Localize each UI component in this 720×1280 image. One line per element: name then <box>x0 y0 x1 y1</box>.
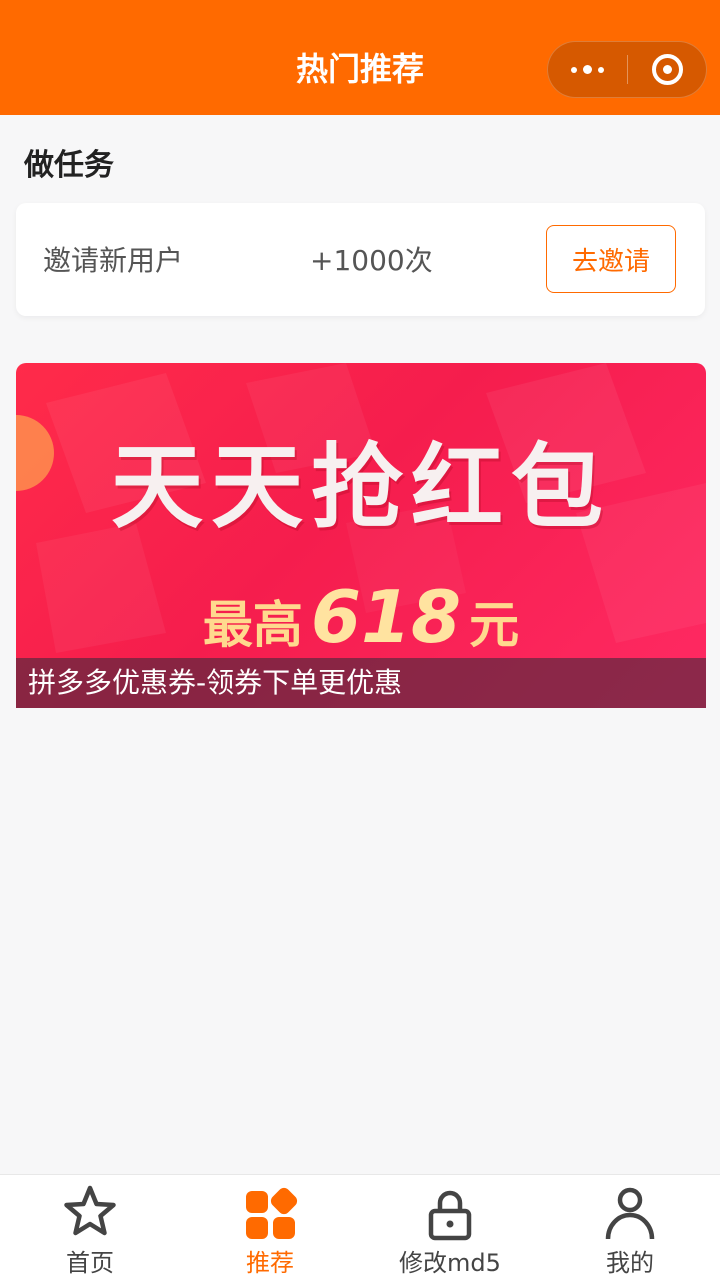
tab-recommend-label: 推荐 <box>246 1249 294 1277</box>
target-close-icon[interactable] <box>628 42 707 97</box>
tab-bar: 首页 推荐 修改md5 我的 <box>0 1174 720 1280</box>
user-icon <box>605 1187 655 1240</box>
tab-mine[interactable]: 我的 <box>540 1175 720 1280</box>
tab-home-label: 首页 <box>66 1249 114 1277</box>
promo-banner[interactable]: 天天抢红包 最高 618 元 拼多多优惠券-领券下单更优惠 <box>16 363 706 708</box>
banner-headline: 天天抢红包 <box>110 434 611 541</box>
task-card: 邀请新用户 +1000次 去邀请 <box>16 203 705 316</box>
grid-icon <box>246 1187 298 1239</box>
page: 热门推荐 做任务 邀请新用户 +1000次 去邀请 天天抢红包 最高 618 元… <box>0 0 720 1280</box>
tab-modify-md5-label: 修改md5 <box>399 1249 501 1277</box>
invite-button[interactable]: 去邀请 <box>546 225 676 293</box>
mini-program-capsule <box>547 41 707 98</box>
tab-recommend[interactable]: 推荐 <box>180 1175 360 1280</box>
star-icon <box>64 1185 116 1236</box>
banner-sub-suffix: 元 <box>469 596 520 654</box>
tab-home[interactable]: 首页 <box>0 1175 180 1280</box>
banner-sub-prefix: 最高 <box>202 596 303 654</box>
navigation-bar: 热门推荐 <box>0 0 720 115</box>
tab-mine-label: 我的 <box>606 1249 654 1277</box>
tab-modify-md5[interactable]: 修改md5 <box>360 1175 540 1280</box>
task-name: 邀请新用户 <box>43 244 184 277</box>
task-reward: +1000次 <box>310 244 433 277</box>
lock-icon <box>428 1190 472 1241</box>
banner-sub-amount: 618 <box>310 575 462 659</box>
section-title: 做任务 <box>24 148 114 183</box>
more-dots-icon[interactable] <box>548 42 627 97</box>
banner-caption: 拼多多优惠券-领券下单更优惠 <box>16 658 706 708</box>
